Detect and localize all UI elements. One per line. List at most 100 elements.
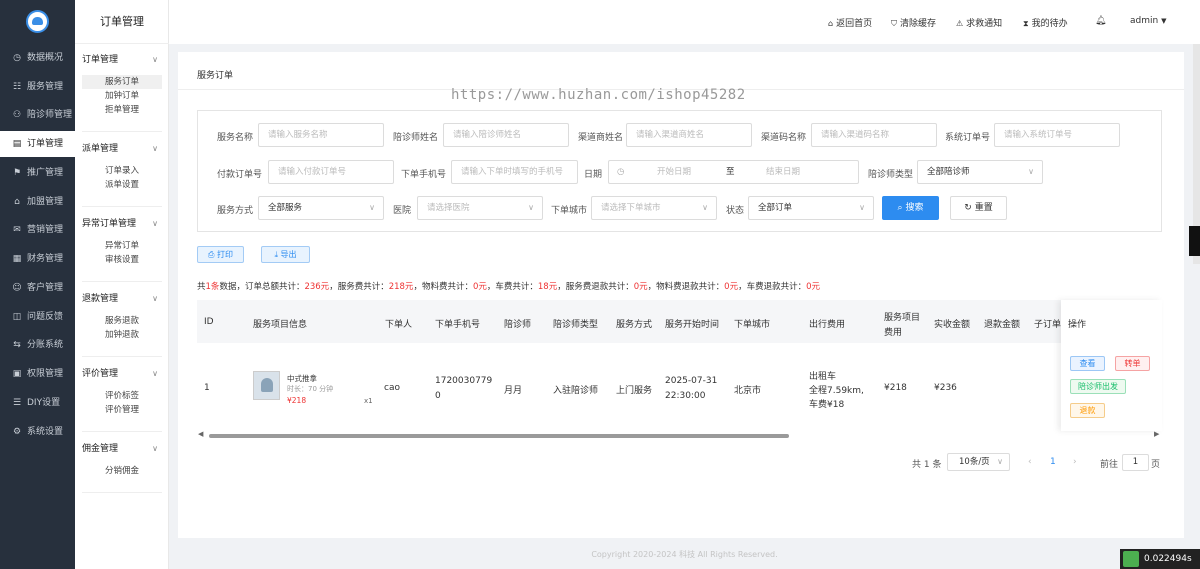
- nav-item-diy[interactable]: ☰ DIY设置: [0, 390, 75, 416]
- divider: [82, 356, 162, 357]
- prev-page-icon[interactable]: ‹: [1028, 457, 1032, 467]
- nav-item-service[interactable]: ☷ 服务管理: [0, 74, 75, 100]
- submenu-item-service-orders[interactable]: 服务订单: [82, 75, 162, 89]
- escort-type-label: 陪诊师类型: [868, 170, 914, 180]
- side-tab[interactable]: [1189, 226, 1200, 256]
- debug-timer[interactable]: 0.022494s: [1120, 549, 1200, 569]
- service-mode-label: 服务方式: [217, 206, 254, 216]
- summary-text: ，物料费共计：: [413, 282, 473, 292]
- goto-page-input[interactable]: 1: [1122, 454, 1149, 471]
- page-size-select[interactable]: 10条/页 ∨: [947, 453, 1010, 471]
- start-date: 2025-07-31: [665, 376, 718, 386]
- submenu-item-order-entry[interactable]: 订单录入: [82, 164, 162, 178]
- view-button[interactable]: 查看: [1070, 356, 1105, 371]
- search-button[interactable]: ⌕ 搜索: [882, 196, 939, 220]
- transfer-button[interactable]: 转单: [1115, 356, 1150, 371]
- escort-type-value: 全部陪诊师: [927, 167, 970, 177]
- nav-item-escort[interactable]: ⚇ 陪诊师管理: [0, 102, 75, 128]
- submenu-item-addon-orders[interactable]: 加钟订单: [82, 89, 162, 103]
- group-header[interactable]: 派单管理 ∨: [82, 140, 162, 158]
- start-time: 22:30:00: [665, 391, 706, 401]
- channel-code-input[interactable]: 请输入渠道码名称: [811, 123, 937, 147]
- summary-material: 0元: [472, 282, 487, 292]
- hourglass-icon: ⧗: [1023, 19, 1029, 28]
- nav-item-split[interactable]: ⇆ 分账系统: [0, 332, 75, 358]
- nav-item-settings[interactable]: ⚙ 系统设置: [0, 419, 75, 445]
- pay-no-input[interactable]: 请输入付款订单号: [268, 160, 394, 184]
- user-menu[interactable]: admin ▼: [1130, 16, 1166, 26]
- order-no-label: 系统订单号: [945, 133, 991, 143]
- table-horizontal-scrollbar[interactable]: ◀ ▶: [197, 430, 1162, 440]
- todo-link[interactable]: ⧗ 我的待办: [1023, 16, 1068, 29]
- export-label: 导出: [280, 250, 297, 259]
- nav-label: 服务管理: [27, 82, 64, 92]
- summary-count: 1条: [205, 282, 220, 292]
- chevron-down-icon: ∨: [152, 294, 158, 303]
- print-button[interactable]: ⎙ 打印: [197, 246, 244, 263]
- submenu-item-service-refund[interactable]: 服务退款: [82, 314, 162, 328]
- group-header[interactable]: 异常订单管理 ∨: [82, 215, 162, 233]
- reset-button[interactable]: ↻ 重置: [950, 196, 1007, 220]
- home-link[interactable]: ⌂ 返回首页: [828, 16, 872, 29]
- logo[interactable]: [26, 10, 49, 33]
- submenu-item-review-settings[interactable]: 审核设置: [82, 253, 162, 267]
- group-header[interactable]: 佣金管理 ∨: [82, 440, 162, 458]
- summary-text: ，车费退款共计：: [738, 282, 807, 292]
- submenu-item-review-tags[interactable]: 评价标签: [82, 389, 162, 403]
- status-label: 状态: [726, 206, 745, 216]
- nav-item-feedback[interactable]: ◫ 问题反馈: [0, 304, 75, 330]
- nav-item-franchise[interactable]: ⌂ 加盟管理: [0, 189, 75, 215]
- user-icon: ☺: [12, 283, 22, 293]
- date-range-picker[interactable]: ◷ 开始日期 至 结束日期: [608, 160, 859, 184]
- service-name-input[interactable]: 请输入服务名称: [258, 123, 384, 147]
- group-title: 异常订单管理: [82, 219, 137, 229]
- submenu-item-rejected[interactable]: 拒单管理: [82, 103, 162, 117]
- travel-mode: 出租车: [809, 372, 837, 382]
- th-service: 服务项目信息: [253, 320, 308, 330]
- order-no-input[interactable]: 请输入系统订单号: [994, 123, 1120, 147]
- nav-item-promotion[interactable]: ⚑ 推广管理: [0, 160, 75, 186]
- refund-button[interactable]: 退款: [1070, 403, 1105, 418]
- hospital-select[interactable]: 请选择医院 ∨: [417, 196, 543, 220]
- timer-value: 0.022494s: [1144, 554, 1192, 564]
- scroll-right-arrow[interactable]: ▶: [1154, 430, 1159, 438]
- nav-item-permission[interactable]: ▣ 权限管理: [0, 361, 75, 387]
- submenu-item-abnormal-orders[interactable]: 异常订单: [82, 239, 162, 253]
- nav-item-finance[interactable]: ▦ 财务管理: [0, 246, 75, 272]
- summary-text: 数据，订单总额共计：: [219, 282, 305, 292]
- escort-depart-button[interactable]: 陪诊师出发: [1070, 379, 1126, 394]
- bell-icon[interactable]: 🔔︎: [1095, 16, 1106, 26]
- phone-input[interactable]: 请输入下单时填写的手机号: [451, 160, 578, 184]
- escort-name-input[interactable]: 请输入陪诊师姓名: [443, 123, 569, 147]
- watermark-text: https://www.huzhan.com/ishop45282: [451, 87, 746, 103]
- service-mode-select[interactable]: 全部服务 ∨: [258, 196, 384, 220]
- channel-name-input[interactable]: 请输入渠道商姓名: [626, 123, 752, 147]
- next-page-icon[interactable]: ›: [1073, 457, 1077, 467]
- page-size-value: 10条/页: [959, 457, 990, 467]
- scroll-thumb[interactable]: [209, 434, 789, 438]
- order-summary: 共1条数据，订单总额共计：236元，服务费共计：218元，物料费共计：0元，车费…: [197, 280, 820, 292]
- escort-name-label: 陪诊师姓名: [393, 133, 439, 143]
- submenu-item-distribution[interactable]: 分销佣金: [82, 464, 162, 478]
- sos-link[interactable]: ⚠ 求救通知: [956, 16, 1002, 29]
- group-header[interactable]: 订单管理 ∨: [82, 51, 162, 69]
- nav-item-dashboard[interactable]: ◷ 数据概况: [0, 45, 75, 71]
- nav-item-marketing[interactable]: ✉ 营销管理: [0, 217, 75, 243]
- escort-type-select[interactable]: 全部陪诊师 ∨: [917, 160, 1043, 184]
- scroll-left-arrow[interactable]: ◀: [198, 430, 203, 438]
- clear-cache-link[interactable]: ⛉ 清除缓存: [891, 16, 936, 29]
- export-button[interactable]: ⤓ 导出: [261, 246, 310, 263]
- submenu-item-review-manage[interactable]: 评价管理: [82, 403, 162, 417]
- nav-item-orders[interactable]: ▤ 订单管理: [0, 131, 75, 157]
- group-header[interactable]: 评价管理 ∨: [82, 365, 162, 383]
- th-id: ID: [204, 317, 214, 327]
- page-number-current[interactable]: 1: [1050, 457, 1056, 467]
- city-select[interactable]: 请选择下单城市 ∨: [591, 196, 717, 220]
- nav-item-customer[interactable]: ☺ 客户管理: [0, 275, 75, 301]
- submenu-item-dispatch-settings[interactable]: 派单设置: [82, 178, 162, 192]
- submenu-item-addon-refund[interactable]: 加钟退款: [82, 328, 162, 342]
- status-select[interactable]: 全部订单 ∨: [748, 196, 874, 220]
- alarm-icon: ⚠: [956, 19, 964, 28]
- group-header[interactable]: 退款管理 ∨: [82, 290, 162, 308]
- service-mode-value: 全部服务: [268, 203, 303, 213]
